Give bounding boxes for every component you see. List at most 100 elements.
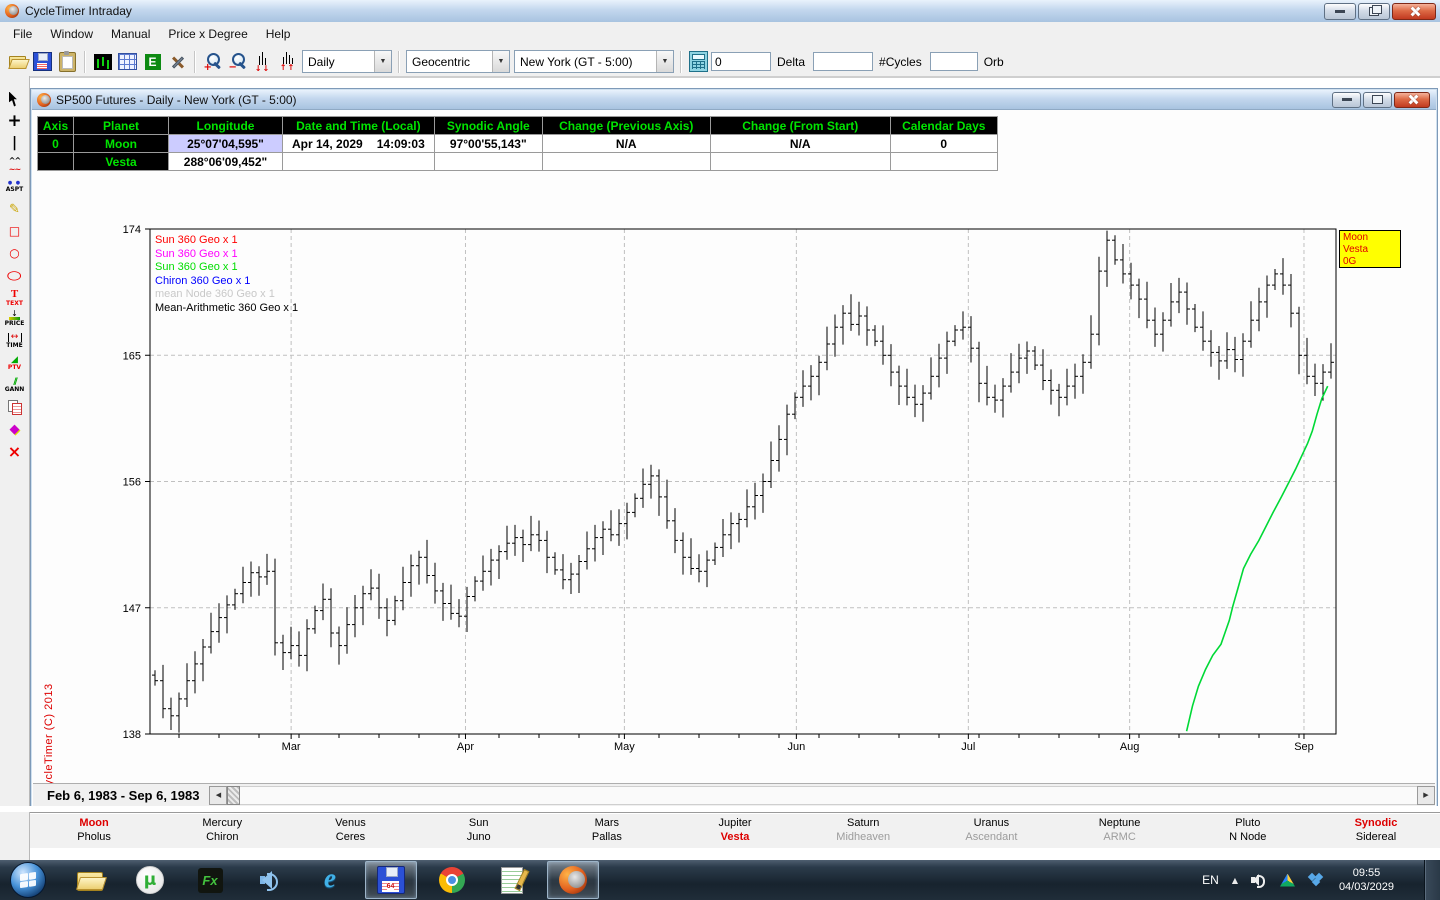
dropbox-icon[interactable] [1308,873,1324,887]
grid-view-button[interactable] [115,50,140,74]
planet-top-label[interactable]: Sun [415,816,543,830]
chart-close-button[interactable] [1394,92,1430,108]
planet-top-label[interactable]: Mercury [158,816,286,830]
ellipse-tool[interactable]: ○ [2,264,28,286]
time-tool[interactable]: ↔ TIME [2,330,28,352]
planet-column[interactable]: JupiterVesta [671,813,799,849]
app-icon[interactable] [5,4,19,18]
crosshair-tool[interactable]: + [2,110,28,132]
taskbar-clock[interactable]: 09:55 04/03/2029 [1339,860,1394,900]
pencil-tool[interactable]: ✎ [2,198,28,220]
datetime-cell[interactable]: Apr 14, 202914:09:03 [283,135,435,153]
scrollbar-track[interactable] [240,786,1417,805]
planet-column[interactable]: VenusCeres [286,813,414,849]
chevron-down-icon[interactable]: ▼ [374,51,391,72]
planet-top-label[interactable]: Moon [30,816,158,830]
zoom-out-button[interactable]: − [225,50,250,74]
planet-bottom-label[interactable]: Midheaven [799,830,927,844]
price-tool[interactable]: ↓ PRICE [2,308,28,330]
delete-tool[interactable]: × [2,440,28,462]
planet-top-label[interactable]: Synodic [1312,816,1440,830]
orb-input[interactable] [930,52,978,71]
planet-top-label[interactable]: Pluto [1184,816,1312,830]
planet-cell[interactable]: Vesta [74,153,169,171]
planet-column[interactable]: UranusAscendant [927,813,1055,849]
change-prev-cell[interactable] [542,153,710,171]
menu-help[interactable]: Help [257,22,300,47]
chart-minimize-button[interactable] [1332,92,1361,108]
menu-manual[interactable]: Manual [102,22,159,47]
planet-column[interactable]: SunJuno [415,813,543,849]
taskbar-volume-app[interactable] [245,862,295,898]
start-button[interactable] [10,862,46,898]
tools-button[interactable] [165,50,190,74]
ptv-tool[interactable]: ◢ PTV [2,352,28,374]
planet-bottom-label[interactable]: Ascendant [927,830,1055,844]
compress-bars-button[interactable]: ↓↓ [250,50,275,74]
planet-column[interactable]: SynodicSidereal [1312,813,1440,849]
taskbar-internet-explorer[interactable]: e [305,862,355,898]
rectangle-tool[interactable]: □ [2,220,28,242]
planet-bottom-label[interactable]: N Node [1184,830,1312,844]
wave-tool[interactable]: ^^ ~~ [2,154,28,176]
planet-bottom-label[interactable]: Chiron [158,830,286,844]
google-drive-icon[interactable] [1280,874,1295,887]
chevron-down-icon[interactable]: ▼ [492,51,509,72]
scroll-left-button[interactable]: ◀ [209,786,227,805]
calendar-days-cell[interactable]: 0 [890,135,997,153]
planet-top-label[interactable]: Jupiter [671,816,799,830]
planet-bottom-label[interactable]: Ceres [286,830,414,844]
planet-top-label[interactable]: Uranus [927,816,1055,830]
datetime-cell[interactable] [283,153,435,171]
paste-button[interactable] [55,50,80,74]
expand-bars-button[interactable]: ↑↑ [275,50,300,74]
taskbar-chrome[interactable] [427,862,477,898]
calendar-days-cell[interactable] [890,153,997,171]
cycles-input[interactable] [813,52,873,71]
minimize-button[interactable] [1324,3,1356,20]
tray-volume-icon[interactable] [1251,873,1267,887]
scrollbar-thumb[interactable] [227,786,240,805]
planet-column[interactable]: SaturnMidheaven [799,813,927,849]
taskbar-backup-app[interactable]: 64 [365,861,417,899]
menu-file[interactable]: File [4,22,41,47]
gann-tool[interactable]: ∕∕ GANN [2,374,28,396]
planet-top-label[interactable]: Venus [286,816,414,830]
open-file-button[interactable] [5,50,30,74]
longitude-cell-selected[interactable]: 25°07'04,595" [169,135,283,153]
chart-window-icon[interactable] [37,93,51,107]
timezone-select[interactable]: New York (GT - 5:00) ▼ [514,50,674,73]
planet-column[interactable]: NeptuneARMC [1056,813,1184,849]
change-start-cell[interactable]: N/A [710,135,890,153]
change-start-cell[interactable] [710,153,890,171]
save-button[interactable] [30,50,55,74]
annotation-box[interactable]: MoonVesta0G [1339,230,1401,268]
calculator-button[interactable] [686,50,711,74]
text-tool[interactable]: T TEXT [2,286,28,308]
taskbar-notepad[interactable] [487,862,537,898]
show-desktop-button[interactable] [1424,860,1440,900]
taskbar-utorrent[interactable]: µ [125,862,175,898]
planet-bottom-label[interactable]: Juno [415,830,543,844]
ephemeris-book-tool[interactable]: ◆ [2,418,28,440]
tray-expand-icon[interactable]: ▲ [1232,876,1238,885]
planet-top-label[interactable]: Saturn [799,816,927,830]
taskbar-explorer[interactable] [65,862,115,898]
planet-bottom-label[interactable]: Pallas [543,830,671,844]
copy-tool[interactable] [2,396,28,418]
axis-cell[interactable] [38,153,74,171]
chevron-down-icon[interactable]: ▼ [656,51,673,72]
coordinate-system-select[interactable]: Geocentric ▼ [406,50,510,73]
circle-tool[interactable]: ○ [2,242,28,264]
planet-bottom-label[interactable]: Sidereal [1312,830,1440,844]
taskbar-cycletimer[interactable] [547,861,599,899]
aspect-tool[interactable]: ● ● ASPT [2,176,28,198]
planet-column[interactable]: MarsPallas [543,813,671,849]
chart-maximize-button[interactable] [1363,92,1392,108]
change-prev-cell[interactable]: N/A [542,135,710,153]
pointer-tool[interactable] [2,88,28,110]
planet-bottom-label[interactable]: Vesta [671,830,799,844]
planet-bottom-label[interactable]: Pholus [30,830,158,844]
language-indicator[interactable]: EN [1202,873,1219,887]
menu-price-x-degree[interactable]: Price x Degree [159,22,256,47]
